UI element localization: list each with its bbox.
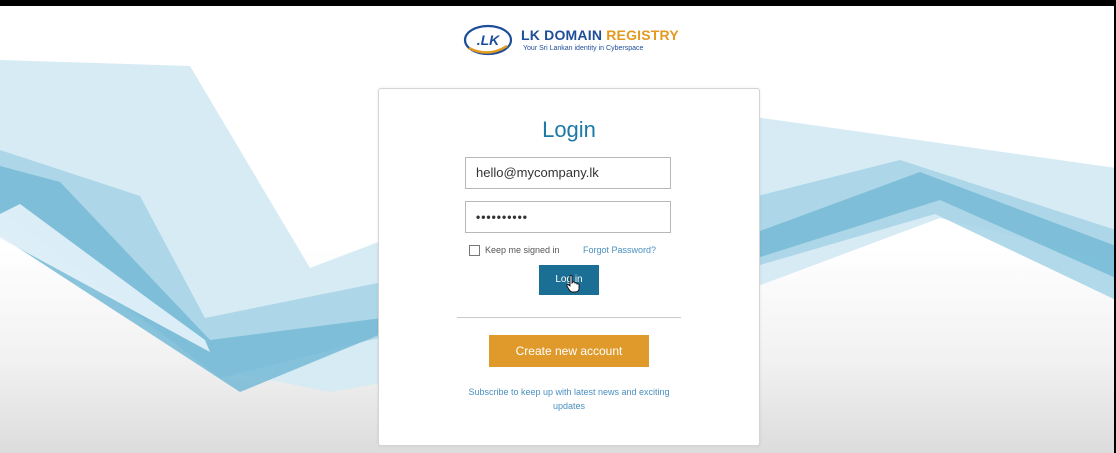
- brand-tagline: Your Sri Lankan identity in Cyberspace: [523, 45, 644, 52]
- brand-name-primary: LK DOMAIN: [521, 27, 603, 43]
- forgot-password-link[interactable]: Forgot Password?: [583, 245, 656, 255]
- keep-signed-in-checkbox[interactable]: [469, 245, 480, 256]
- login-screen: .LK LK DOMAIN REGISTRY Your Sri Lankan i…: [0, 0, 1116, 453]
- lk-domain-registry-logo[interactable]: .LK LK DOMAIN REGISTRY Your Sri Lankan i…: [463, 22, 713, 62]
- divider: [457, 317, 681, 318]
- top-black-bar: [0, 0, 1116, 6]
- subscribe-text[interactable]: Subscribe to keep up with latest news an…: [459, 385, 679, 413]
- logo-mark-text: .LK: [477, 32, 500, 48]
- password-field[interactable]: ••••••••••: [465, 201, 671, 233]
- create-account-button[interactable]: Create new account: [489, 335, 649, 367]
- keep-signed-in-label[interactable]: Keep me signed in: [485, 245, 560, 255]
- brand-name-accent: REGISTRY: [606, 27, 679, 43]
- email-field[interactable]: hello@mycompany.lk: [465, 157, 671, 189]
- login-title: Login: [542, 117, 596, 142]
- login-card: Login hello@mycompany.lk •••••••••• Keep…: [378, 88, 760, 446]
- brand-name: LK DOMAIN REGISTRY: [521, 27, 679, 43]
- lk-oval-icon: .LK: [463, 24, 513, 56]
- hand-pointer-icon: [566, 275, 580, 293]
